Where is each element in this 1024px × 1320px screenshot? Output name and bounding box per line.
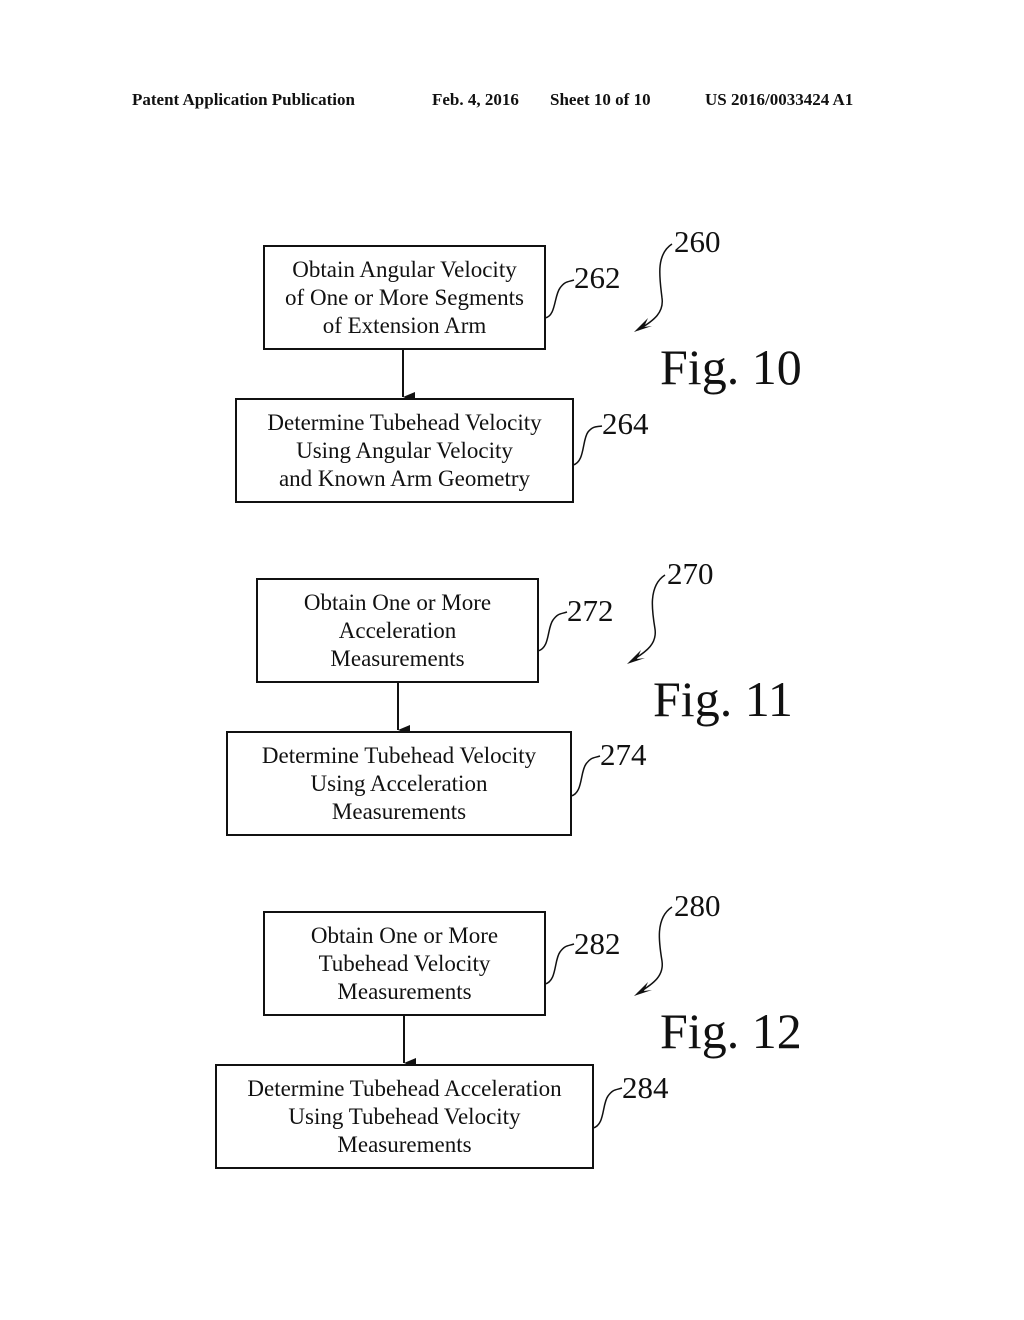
- leader-line-264: [572, 425, 603, 466]
- figure-pointer-260-arrowhead: [634, 318, 652, 332]
- step-text-line: and Known Arm Geometry: [278, 465, 531, 491]
- step-text-line: Obtain One or More: [303, 589, 492, 615]
- ref-number-282: 282: [574, 926, 621, 961]
- step-box-274: Determine Tubehead Velocity Using Accele…: [226, 731, 572, 836]
- figure-label-12: Fig. 12: [660, 1003, 802, 1059]
- leader-line-284: [592, 1087, 623, 1129]
- ref-number-280: 280: [674, 888, 721, 923]
- step-box-282: Obtain One or More Tubehead Velocity Mea…: [263, 911, 546, 1016]
- ref-number-272: 272: [567, 593, 614, 628]
- step-box-272: Obtain One or More Acceleration Measurem…: [256, 578, 539, 683]
- step-box-262: Obtain Angular Velocity of One or More S…: [263, 245, 546, 350]
- step-text-line: Acceleration: [338, 617, 457, 643]
- step-text-line: Measurements: [337, 978, 472, 1004]
- ref-number-262: 262: [574, 260, 621, 295]
- figure-pointer-260: [637, 243, 673, 331]
- ref-number-260: 260: [674, 224, 721, 259]
- step-text-line: Using Acceleration: [310, 770, 488, 796]
- header-patent-number: US 2016/0033424 A1: [705, 90, 854, 109]
- figure-pointer-280: [637, 906, 673, 994]
- step-box-264: Determine Tubehead Velocity Using Angula…: [235, 398, 574, 503]
- header-date: Feb. 4, 2016: [432, 90, 519, 109]
- step-text-line: Determine Tubehead Velocity: [261, 742, 537, 768]
- header-publication-label: Patent Application Publication: [132, 90, 355, 109]
- leader-line-282: [544, 943, 575, 985]
- step-text-line: Using Angular Velocity: [296, 437, 513, 463]
- figure-pointer-280-arrowhead: [634, 982, 652, 996]
- ref-number-274: 274: [600, 737, 647, 772]
- step-text-line: of One or More Segments: [285, 284, 524, 310]
- step-text-line: Determine Tubehead Acceleration: [247, 1075, 562, 1101]
- ref-number-270: 270: [667, 556, 714, 591]
- step-text-line: Measurements: [330, 645, 465, 671]
- figure-pointer-270-arrowhead: [627, 650, 645, 664]
- step-text-line: of Extension Arm: [322, 312, 487, 338]
- header-sheet: Sheet 10 of 10: [550, 90, 651, 109]
- leader-line-262: [544, 279, 575, 319]
- figure-label-10: Fig. 10: [660, 339, 802, 395]
- figure-pointer-270: [630, 574, 666, 662]
- ref-number-264: 264: [602, 406, 649, 441]
- step-box-284: Determine Tubehead Acceleration Using Tu…: [215, 1064, 594, 1169]
- step-text-line: Tubehead Velocity: [318, 950, 491, 976]
- step-text-line: Determine Tubehead Velocity: [267, 409, 542, 435]
- step-text-line: Obtain One or More: [310, 922, 499, 948]
- ref-number-284: 284: [622, 1070, 669, 1105]
- figure-label-11: Fig. 11: [653, 671, 793, 727]
- leader-line-272: [537, 611, 568, 652]
- step-text-line: Measurements: [331, 798, 467, 824]
- step-text-line: Obtain Angular Velocity: [292, 256, 517, 282]
- step-text-line: Measurements: [337, 1131, 472, 1157]
- step-text-line: Using Tubehead Velocity: [288, 1103, 521, 1129]
- leader-line-274: [570, 755, 601, 797]
